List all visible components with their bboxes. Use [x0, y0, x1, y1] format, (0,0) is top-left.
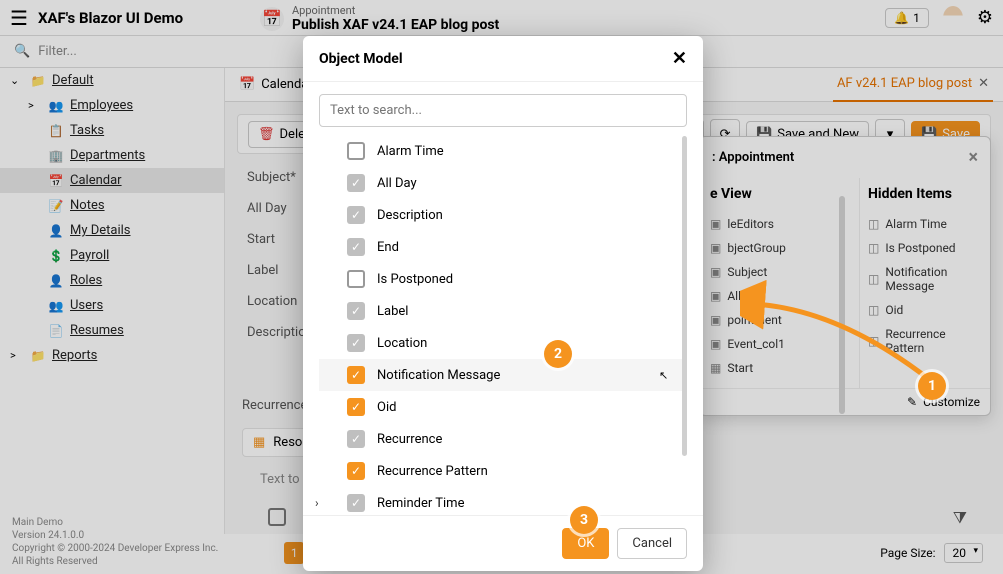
callout-2: 2	[544, 340, 572, 368]
checkbox-row-alarm-time[interactable]: Alarm Time	[319, 135, 687, 167]
checkbox-label: All Day	[377, 176, 417, 191]
checkbox-row-is-postponed[interactable]: Is Postponed	[319, 263, 687, 295]
checkbox-icon	[347, 142, 365, 160]
checkbox-icon: ✓	[347, 398, 365, 416]
object-model-modal: Object Model ✕ Alarm Time ✓ All Day ✓ Descri…	[303, 36, 703, 571]
modal-title: Object Model	[319, 51, 403, 67]
checkbox-icon: ✓	[347, 206, 365, 224]
checkbox-row-recurrence-pattern[interactable]: ✓ Recurrence Pattern	[319, 455, 687, 487]
callout-3: 3	[570, 506, 598, 534]
checkbox-row-description[interactable]: ✓ Description	[319, 199, 687, 231]
checkbox-row-oid[interactable]: ✓ Oid	[319, 391, 687, 423]
checkbox-icon: ✓	[347, 494, 365, 512]
checkbox-label: Reminder Time	[377, 496, 464, 511]
scrollbar[interactable]	[682, 136, 687, 456]
checkbox-row-location[interactable]: ✓ Location	[319, 327, 687, 359]
checkbox-label: Alarm Time	[377, 144, 444, 159]
checkbox-icon: ✓	[347, 462, 365, 480]
checkbox-icon: ✓	[347, 430, 365, 448]
checkbox-label: Recurrence	[377, 432, 442, 447]
checkbox-icon: ✓	[347, 302, 365, 320]
checkbox-row-notification-message[interactable]: ✓ Notification Message ↖	[319, 359, 687, 391]
checkbox-icon: ✓	[347, 334, 365, 352]
checkbox-icon: ✓	[347, 174, 365, 192]
checkbox-row-all-day[interactable]: ✓ All Day	[319, 167, 687, 199]
cursor-icon: ↖	[659, 369, 668, 382]
checkbox-row-label[interactable]: ✓ Label	[319, 295, 687, 327]
close-icon[interactable]: ✕	[672, 48, 687, 69]
search-input[interactable]	[319, 94, 687, 127]
checkbox-label: Oid	[377, 400, 396, 415]
checkbox-label: Recurrence Pattern	[377, 464, 488, 479]
checkbox-icon: ✓	[347, 366, 365, 384]
checkbox-label: End	[377, 240, 399, 255]
checkbox-row-end[interactable]: ✓ End	[319, 231, 687, 263]
checkbox-label: Location	[377, 336, 427, 351]
callout-1: 1	[918, 372, 946, 400]
checkbox-icon	[347, 270, 365, 288]
checkbox-row-reminder-time[interactable]: ›✓Reminder Time	[319, 487, 687, 515]
checkbox-label: Is Postponed	[377, 272, 453, 287]
checkbox-label: Description	[377, 208, 443, 223]
checkbox-row-recurrence[interactable]: ✓ Recurrence	[319, 423, 687, 455]
cancel-button[interactable]: Cancel	[617, 528, 687, 559]
checkbox-icon: ✓	[347, 238, 365, 256]
chevron-right-icon[interactable]: ›	[315, 496, 319, 510]
checkbox-label: Label	[377, 304, 408, 319]
checkbox-label: Notification Message	[377, 368, 500, 383]
